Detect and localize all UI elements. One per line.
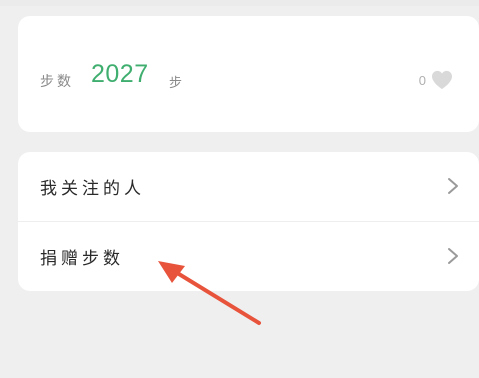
menu-item-label: 捐赠步数 <box>40 249 124 269</box>
menu-item-donate-steps[interactable]: 捐赠步数 <box>18 222 479 291</box>
chevron-right-icon <box>448 248 458 264</box>
steps-unit: 步 <box>169 76 183 91</box>
heart-icon <box>432 70 452 90</box>
steps-value: 2027 <box>91 60 149 88</box>
top-strip <box>0 0 479 6</box>
steps-label: 步数 <box>40 74 74 90</box>
like-button[interactable]: 0 <box>419 70 453 90</box>
menu-card: 我关注的人 捐赠步数 <box>18 152 479 291</box>
steps-card[interactable]: 步数 2027 步 0 <box>18 16 479 132</box>
menu-item-label: 我关注的人 <box>40 179 145 199</box>
like-count: 0 <box>418 72 426 88</box>
chevron-right-icon <box>448 178 458 194</box>
menu-item-following[interactable]: 我关注的人 <box>18 152 479 221</box>
